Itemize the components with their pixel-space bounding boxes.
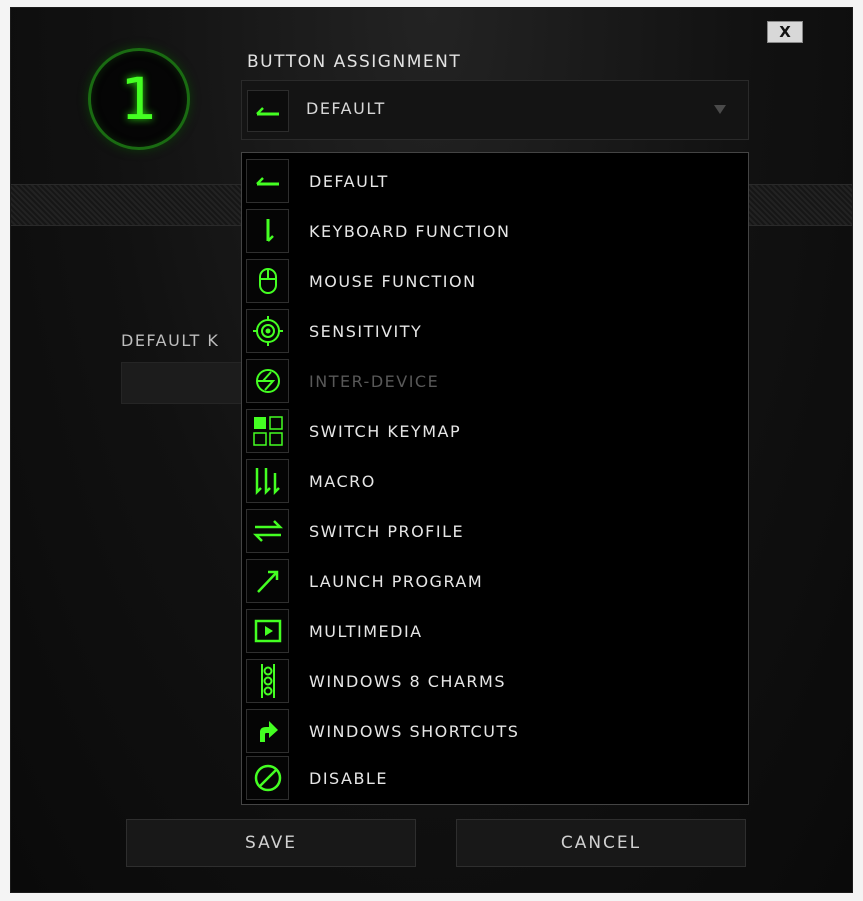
switch-arrows-icon [246, 509, 289, 553]
menu-item-label: WINDOWS SHORTCUTS [309, 722, 520, 741]
menu-item-switch-keymap[interactable]: SWITCH KEYMAP [242, 406, 748, 456]
menu-item-label: DISABLE [309, 769, 388, 788]
menu-item-windows-8-charms[interactable]: WINDOWS 8 CHARMS [242, 656, 748, 706]
assignment-menu: DEFAULT KEYBOARD FUNCTION MOUSE FUNCTION [241, 152, 749, 805]
keyboard-function-icon [246, 209, 289, 253]
button-assignment-dialog: X 1 BUTTON ASSIGNMENT DEFAULT K DEFAULT … [10, 7, 853, 893]
launch-arrow-icon [246, 559, 289, 603]
play-icon [246, 609, 289, 653]
menu-item-disable[interactable]: DISABLE [242, 753, 748, 803]
menu-item-label: KEYBOARD FUNCTION [309, 222, 511, 241]
section-title: BUTTON ASSIGNMENT [247, 52, 462, 72]
close-button[interactable]: X [767, 21, 803, 43]
menu-item-mouse-function[interactable]: MOUSE FUNCTION [242, 256, 748, 306]
menu-item-label: SENSITIVITY [309, 322, 423, 341]
menu-item-label: MOUSE FUNCTION [309, 272, 477, 291]
assignment-dropdown[interactable]: DEFAULT [241, 80, 749, 140]
menu-item-label: MACRO [309, 472, 376, 491]
menu-item-label: SWITCH PROFILE [309, 522, 465, 541]
keymap-grid-icon [246, 409, 289, 453]
default-arrow-icon [246, 159, 289, 203]
menu-item-label: MULTIMEDIA [309, 622, 423, 641]
charms-icon [246, 659, 289, 703]
menu-item-windows-shortcuts[interactable]: WINDOWS SHORTCUTS [242, 706, 748, 756]
chevron-down-icon [714, 105, 726, 114]
default-arrow-icon [247, 90, 289, 132]
menu-item-macro[interactable]: MACRO [242, 456, 748, 506]
button-number-badge: 1 [88, 48, 190, 150]
menu-item-launch-program[interactable]: LAUNCH PROGRAM [242, 556, 748, 606]
menu-item-default[interactable]: DEFAULT [242, 156, 748, 206]
disable-icon [246, 756, 289, 800]
save-button[interactable]: SAVE [126, 819, 416, 867]
menu-item-multimedia[interactable]: MULTIMEDIA [242, 606, 748, 656]
shortcut-arrow-icon [246, 709, 289, 753]
default-key-label: DEFAULT K [121, 331, 220, 350]
cancel-button[interactable]: CANCEL [456, 819, 746, 867]
menu-item-keyboard-function[interactable]: KEYBOARD FUNCTION [242, 206, 748, 256]
inter-device-icon [246, 359, 289, 403]
menu-item-sensitivity[interactable]: SENSITIVITY [242, 306, 748, 356]
sensitivity-target-icon [246, 309, 289, 353]
menu-item-label: DEFAULT [309, 172, 389, 191]
macro-icon [246, 459, 289, 503]
menu-item-label: LAUNCH PROGRAM [309, 572, 484, 591]
menu-item-label: SWITCH KEYMAP [309, 422, 462, 441]
menu-item-switch-profile[interactable]: SWITCH PROFILE [242, 506, 748, 556]
dropdown-selected-label: DEFAULT [306, 99, 386, 118]
mouse-icon [246, 259, 289, 303]
menu-item-label: INTER-DEVICE [309, 372, 440, 391]
menu-item-label: WINDOWS 8 CHARMS [309, 672, 506, 691]
menu-item-inter-device: INTER-DEVICE [242, 356, 748, 406]
